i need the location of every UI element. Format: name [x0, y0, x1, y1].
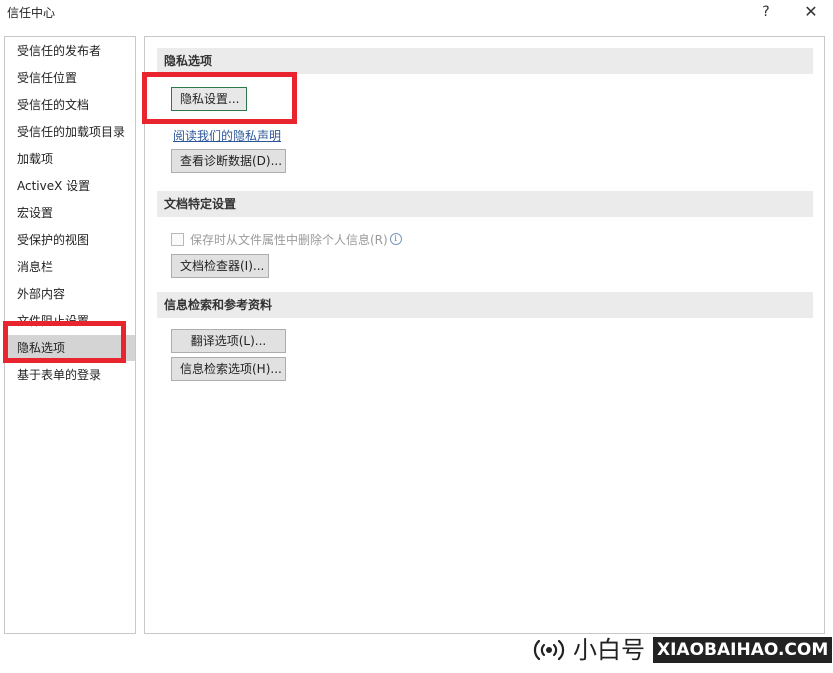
view-diagnostics-button[interactable]: 查看诊断数据(D)... — [171, 149, 286, 173]
sidebar-item-privacy-options[interactable]: 隐私选项 — [5, 335, 135, 361]
sidebar-item-trusted-documents[interactable]: 受信任的文档 — [5, 92, 135, 118]
remove-personal-info-checkbox[interactable] — [171, 233, 184, 246]
sidebar-item-protected-view[interactable]: 受保护的视图 — [5, 227, 135, 253]
close-button[interactable]: ✕ — [801, 2, 821, 22]
sidebar-item-message-bar[interactable]: 消息栏 — [5, 254, 135, 280]
research-section-header: 信息检索和参考资料 — [157, 292, 813, 318]
brand-name-en: XIAOBAIHAO.COM — [653, 637, 833, 663]
sidebar: 受信任的发布者 受信任位置 受信任的文档 受信任的加载项目录 加载项 Activ… — [4, 36, 136, 634]
sidebar-item-trusted-addin-catalogs[interactable]: 受信任的加载项目录 — [5, 119, 135, 145]
help-button[interactable]: ? — [756, 2, 776, 22]
document-section-header: 文档特定设置 — [157, 191, 813, 217]
research-options-button[interactable]: 信息检索选项(H)... — [171, 357, 286, 381]
broadcast-icon — [533, 639, 565, 661]
info-icon: i — [389, 233, 402, 245]
window-title: 信任中心 — [7, 6, 56, 20]
sidebar-item-form-based-signin[interactable]: 基于表单的登录 — [5, 362, 135, 388]
document-inspector-button[interactable]: 文档检查器(I)... — [171, 254, 269, 278]
privacy-section-header: 隐私选项 — [157, 48, 813, 74]
remove-personal-info-row[interactable]: 保存时从文件属性中删除个人信息(R) i — [171, 231, 402, 249]
sidebar-item-trusted-locations[interactable]: 受信任位置 — [5, 65, 135, 91]
privacy-statement-link[interactable]: 阅读我们的隐私声明 — [173, 127, 281, 144]
sidebar-item-macro-settings[interactable]: 宏设置 — [5, 200, 135, 226]
sidebar-item-addins[interactable]: 加载项 — [5, 146, 135, 172]
brand-name-cn: 小白号 — [573, 636, 645, 664]
main-panel: 隐私选项 隐私设置... 阅读我们的隐私声明 查看诊断数据(D)... 文档特定… — [144, 36, 825, 634]
translation-options-button[interactable]: 翻译选项(L)... — [171, 329, 286, 353]
sidebar-item-external-content[interactable]: 外部内容 — [5, 281, 135, 307]
sidebar-item-file-block[interactable]: 文件阻止设置 — [5, 308, 135, 334]
sidebar-item-trusted-publishers[interactable]: 受信任的发布者 — [5, 38, 135, 64]
title-bar: 信任中心 ? ✕ — [0, 0, 833, 30]
privacy-settings-button[interactable]: 隐私设置... — [171, 87, 247, 111]
remove-personal-info-label: 保存时从文件属性中删除个人信息(R) — [190, 233, 388, 247]
sidebar-item-activex[interactable]: ActiveX 设置 — [5, 173, 135, 199]
